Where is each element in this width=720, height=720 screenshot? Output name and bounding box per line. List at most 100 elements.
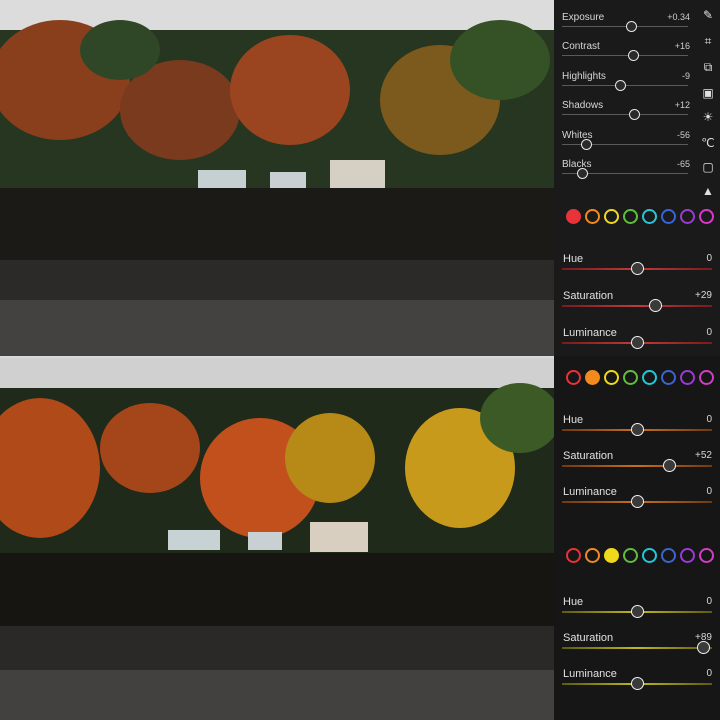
slider-highlights[interactable]: Highlights -9 (554, 71, 694, 99)
color-swatch[interactable] (566, 209, 581, 224)
color-swatch[interactable] (604, 548, 619, 563)
color-swatch[interactable] (585, 209, 600, 224)
color-swatch[interactable] (642, 209, 657, 224)
mixer-handle[interactable] (631, 495, 644, 508)
mixer-value: 0 (706, 486, 712, 497)
mixer-handle[interactable] (631, 262, 644, 275)
mixer-handle[interactable] (631, 605, 644, 618)
color-swatch[interactable] (642, 548, 657, 563)
color-swatch[interactable] (623, 548, 638, 563)
vignette-icon[interactable]: ▢ (699, 158, 717, 176)
slider-blacks[interactable]: Blacks -65 (554, 159, 694, 187)
mixer-value: 0 (706, 414, 712, 425)
color-swatch[interactable] (585, 548, 600, 563)
mixer-label: Hue (563, 253, 584, 265)
slider-label: Exposure (562, 12, 605, 23)
slider-value: +12 (674, 100, 690, 110)
slider-handle[interactable] (627, 50, 639, 61)
mixer-handle[interactable] (662, 459, 676, 472)
color-swatch[interactable] (680, 548, 695, 563)
slider-shadows[interactable]: Shadows +12 (554, 100, 694, 128)
mixer-slider-saturation[interactable]: Saturation +89 (554, 632, 720, 668)
color-swatch[interactable] (566, 370, 581, 385)
color-swatch[interactable] (642, 370, 657, 385)
slider-track[interactable] (562, 55, 688, 56)
image-icon[interactable]: ▣ (699, 84, 717, 102)
color-swatch[interactable] (699, 209, 714, 224)
color-swatch[interactable] (699, 370, 714, 385)
brush-icon[interactable]: ✎ (699, 6, 717, 24)
slider-whites[interactable]: Whites -56 (554, 130, 694, 158)
color-swatch[interactable] (604, 209, 619, 224)
mixer-label: Saturation (563, 450, 614, 462)
color-swatch[interactable] (680, 370, 695, 385)
mixer-value: 0 (706, 253, 712, 264)
mixer-slider-saturation[interactable]: Saturation +29 (554, 290, 720, 326)
slider-handle[interactable] (626, 21, 638, 32)
mixer-handle[interactable] (631, 677, 644, 690)
slider-contrast[interactable]: Contrast +16 (554, 41, 694, 69)
slider-exposure[interactable]: Exposure +0.34 (554, 12, 694, 40)
color-swatch[interactable] (585, 370, 600, 385)
slider-value: -65 (676, 159, 690, 169)
color-swatch[interactable] (699, 548, 714, 563)
slider-value: +0.34 (667, 12, 690, 22)
tool-strip: ✎ ⌗ ⧉ ▣ ☀ ℃ ▢ ▲ (697, 0, 720, 200)
mixer-track[interactable] (562, 465, 712, 467)
photo-before (0, 0, 554, 356)
mixer-label: Hue (563, 596, 584, 608)
slider-label: Blacks (562, 159, 592, 170)
layers-icon[interactable]: ⧉ (699, 58, 717, 76)
slider-label: Shadows (562, 100, 604, 111)
color-swatch[interactable] (566, 548, 581, 563)
mixer-slider-hue[interactable]: Hue 0 (554, 596, 720, 632)
mixer-label: Luminance (563, 486, 617, 498)
slider-value: +16 (674, 41, 690, 51)
slider-track[interactable] (562, 26, 688, 27)
color-swatch[interactable] (661, 209, 676, 224)
color-swatches (554, 205, 720, 229)
slider-value: -9 (681, 71, 690, 81)
mixer-value: +52 (695, 450, 712, 461)
mixer-value: 0 (706, 596, 712, 607)
mixer-handle[interactable] (631, 423, 644, 436)
color-swatch[interactable] (604, 370, 619, 385)
mixer-value: 0 (706, 668, 712, 679)
photo-after (0, 358, 554, 720)
mixer-label: Luminance (563, 668, 617, 680)
mixer-handle[interactable] (649, 299, 662, 312)
slider-label: Contrast (562, 41, 600, 52)
slider-handle[interactable] (614, 80, 626, 91)
mixer-track[interactable] (562, 305, 712, 307)
color-swatch[interactable] (661, 548, 676, 563)
mixer-track[interactable] (562, 647, 712, 649)
slider-handle[interactable] (628, 109, 640, 120)
color-swatches (554, 366, 720, 390)
mixer-slider-hue[interactable]: Hue 0 (554, 414, 720, 450)
color-swatch[interactable] (623, 209, 638, 224)
mixer-value: 0 (706, 327, 712, 338)
sun-icon[interactable]: ☀ (699, 108, 717, 126)
mixer-slider-luminance[interactable]: Luminance 0 (554, 486, 720, 522)
color-swatch[interactable] (623, 370, 638, 385)
color-mixer-panel: Hue 0 Saturation +29 Luminance 0 Hue 0 Saturatio… (554, 209, 720, 720)
mixer-slider-saturation[interactable]: Saturation +52 (554, 450, 720, 486)
color-swatch[interactable] (680, 209, 695, 224)
slider-value: -56 (676, 130, 690, 140)
mixer-label: Hue (563, 414, 584, 426)
mixer-label: Luminance (563, 327, 617, 339)
triangle-icon[interactable]: ▲ (699, 182, 717, 200)
mixer-slider-hue[interactable]: Hue 0 (554, 253, 720, 289)
crop-icon[interactable]: ⌗ (699, 32, 717, 50)
slider-handle[interactable] (580, 139, 592, 150)
mixer-slider-luminance[interactable]: Luminance 0 (554, 668, 720, 704)
slider-label: Highlights (562, 71, 606, 82)
mixer-handle[interactable] (631, 336, 644, 349)
slider-handle[interactable] (577, 168, 589, 179)
mixer-label: Saturation (563, 632, 614, 644)
thermometer-icon[interactable]: ℃ (699, 134, 717, 152)
mixer-handle[interactable] (697, 641, 710, 654)
slider-track[interactable] (562, 114, 688, 115)
color-swatch[interactable] (661, 370, 676, 385)
mixer-slider-luminance[interactable]: Luminance 0 (554, 327, 720, 363)
